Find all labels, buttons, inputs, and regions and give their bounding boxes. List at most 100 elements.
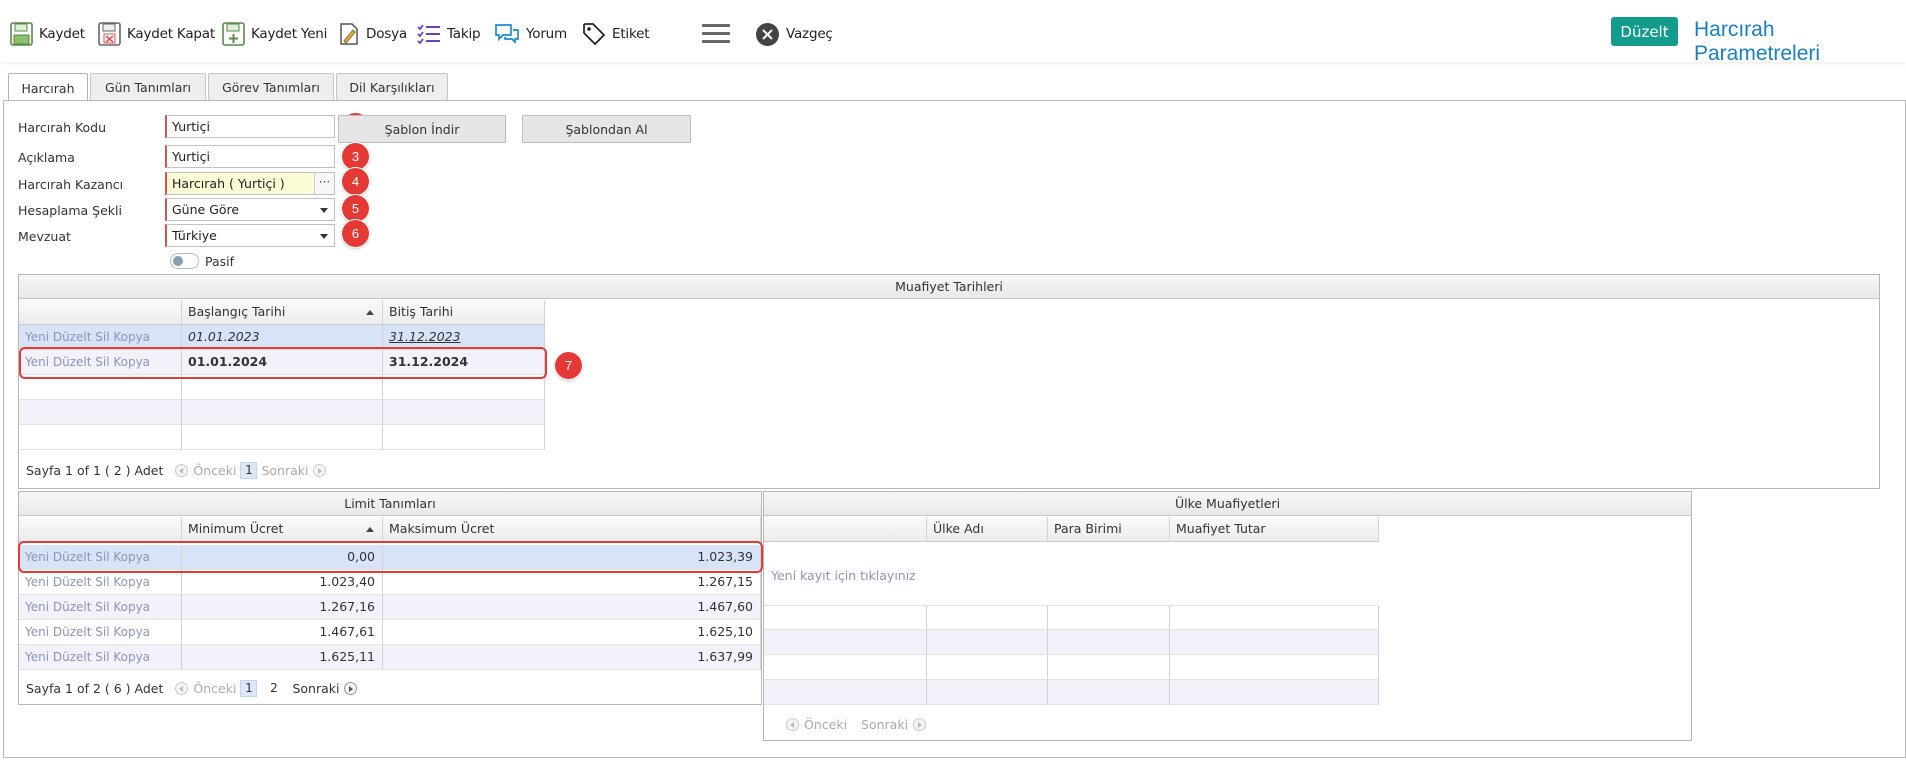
prev-page-icon[interactable]	[786, 718, 799, 731]
ulke-muafiyetleri-title: Ülke Muafiyetleri	[764, 492, 1691, 516]
limit-row-actions[interactable]: Yeni Düzelt Sil Kopya	[19, 620, 182, 645]
page-2-button[interactable]: 2	[265, 680, 282, 697]
empty-cell	[1170, 630, 1379, 655]
limit-row-max: 1.267,15	[383, 570, 761, 595]
prev-page-button[interactable]: Önceki	[193, 463, 236, 478]
minimum-ucret-header[interactable]: Minimum Ücret	[182, 517, 383, 542]
kaydet-kapat-button[interactable]: Kaydet Kapat	[98, 20, 215, 48]
pager-info: Sayfa 1 of 1 ( 2 ) Adet	[26, 463, 164, 478]
actions-column-header	[19, 517, 182, 542]
empty-cell	[927, 655, 1048, 680]
dosya-label: Dosya	[366, 26, 407, 42]
takip-button[interactable]: Takip	[417, 20, 481, 48]
ulke-pager: Önceki Sonraki	[781, 717, 931, 732]
empty-cell	[1048, 680, 1170, 705]
kaydet-yeni-button[interactable]: Kaydet Yeni	[222, 20, 327, 48]
limit-row-min: 1.023,40	[182, 570, 383, 595]
muafiyet-pager: Sayfa 1 of 1 ( 2 ) Adet Önceki 1 Sonraki	[26, 462, 331, 479]
prev-page-icon[interactable]	[175, 464, 189, 477]
save-close-icon	[98, 22, 121, 46]
mevzuat-select[interactable]: Türkiye	[165, 224, 335, 247]
empty-cell	[383, 425, 545, 450]
next-page-button[interactable]: Sonraki	[861, 717, 908, 732]
pager-info: Sayfa 1 of 2 ( 6 ) Adet	[26, 681, 164, 696]
limit-row-actions[interactable]: Yeni Düzelt Sil Kopya	[19, 645, 182, 670]
pasif-toggle[interactable]	[170, 253, 199, 269]
limit-row-max: 1.637,99	[383, 645, 761, 670]
empty-cell	[927, 605, 1048, 630]
prev-page-icon[interactable]	[175, 682, 189, 695]
mevzuat-label: Mevzuat	[18, 229, 71, 244]
duzelt-button[interactable]: Düzelt	[1611, 17, 1678, 46]
empty-cell	[1048, 630, 1170, 655]
actions-column-header	[19, 300, 182, 325]
harcirah-kazanci-value: Harcırah ( Yurtiçi )	[172, 176, 285, 191]
save-new-icon	[222, 22, 245, 46]
para-birimi-header[interactable]: Para Birimi	[1048, 517, 1170, 542]
tab-gun-tanimlari[interactable]: Gün Tanımları	[90, 73, 206, 101]
checklist-icon	[417, 24, 440, 45]
next-page-icon[interactable]	[913, 718, 927, 731]
kaydet-yeni-label: Kaydet Yeni	[251, 26, 328, 42]
next-page-icon[interactable]	[344, 682, 358, 695]
next-page-icon[interactable]	[313, 464, 327, 477]
muafiyet-tutar-header[interactable]: Muafiyet Tutar	[1170, 517, 1379, 542]
kaydet-kapat-label: Kaydet Kapat	[127, 26, 215, 42]
highlight-box-8	[18, 541, 763, 573]
page-title: Harcırah Parametreleri	[1694, 18, 1821, 65]
empty-cell	[764, 655, 927, 680]
menu-icon[interactable]	[702, 24, 730, 44]
limit-row-actions[interactable]: Yeni Düzelt Sil Kopya	[19, 570, 182, 595]
limit-row-actions[interactable]: Yeni Düzelt Sil Kopya	[19, 595, 182, 620]
mevzuat-value: Türkiye	[172, 228, 217, 243]
empty-cell	[927, 680, 1048, 705]
harcirah-kazanci-field[interactable]: Harcırah ( Yurtiçi ) ···	[165, 172, 335, 195]
next-page-button[interactable]: Sonraki	[292, 681, 339, 696]
takip-label: Takip	[447, 26, 481, 42]
page-1-button[interactable]: 1	[240, 680, 258, 697]
tab-bar: Harcırah Gün Tanımları Görev Tanımları D…	[8, 73, 450, 102]
empty-cell	[182, 425, 383, 450]
etiket-button[interactable]: Etiket	[582, 20, 650, 48]
tab-dil-karsiliklari[interactable]: Dil Karşılıkları	[336, 73, 448, 101]
tag-icon	[583, 23, 606, 46]
bitis-tarihi-header[interactable]: Bitiş Tarihi	[383, 300, 545, 325]
harcirah-kodu-input[interactable]: Yurtiçi	[165, 115, 335, 138]
kaydet-button[interactable]: Kaydet	[10, 20, 85, 48]
toolbar: Kaydet Kaydet Kapat Kaydet Yeni Dosya Ta…	[0, 0, 1906, 65]
kaydet-label: Kaydet	[39, 26, 85, 42]
limit-tanimlari-title: Limit Tanımları	[19, 492, 761, 516]
empty-cell	[1048, 605, 1170, 630]
harcirah-kodu-label: Harcırah Kodu	[18, 120, 107, 135]
tab-gorev-tanimlari[interactable]: Görev Tanımları	[208, 73, 334, 101]
new-record-link[interactable]: Yeni kayıt için tıklayınız	[771, 568, 916, 583]
sablon-indir-button[interactable]: Şablon İndir	[338, 115, 506, 143]
hesaplama-sekli-select[interactable]: Güne Göre	[165, 198, 335, 221]
marker-4: 4	[342, 168, 369, 195]
close-icon	[756, 22, 779, 46]
page-1-button[interactable]: 1	[240, 462, 258, 479]
empty-cell	[764, 630, 927, 655]
sablondan-al-button[interactable]: Şablondan Al	[522, 115, 691, 143]
tab-harcirah[interactable]: Harcırah	[8, 73, 88, 102]
actions-column-header	[764, 517, 927, 542]
dosya-button[interactable]: Dosya	[338, 20, 407, 48]
empty-cell	[19, 400, 182, 425]
next-page-button[interactable]: Sonraki	[261, 463, 308, 478]
prev-page-button[interactable]: Önceki	[804, 717, 847, 732]
ulke-adi-header[interactable]: Ülke Adı	[927, 517, 1048, 542]
lookup-button[interactable]: ···	[314, 173, 334, 194]
marker-5: 5	[342, 195, 369, 222]
aciklama-input[interactable]: Yurtiçi	[165, 145, 335, 168]
yorum-button[interactable]: Yorum	[494, 20, 567, 48]
prev-page-button[interactable]: Önceki	[193, 681, 236, 696]
vazgec-label: Vazgeç	[786, 26, 833, 42]
chevron-down-icon	[320, 234, 328, 239]
vazgec-button[interactable]: Vazgeç	[755, 20, 833, 48]
maksimum-ucret-header[interactable]: Maksimum Ücret	[383, 517, 761, 542]
save-icon	[10, 22, 33, 46]
pasif-label: Pasif	[205, 254, 235, 269]
baslangic-tarihi-header[interactable]: Başlangıç Tarihi	[182, 300, 383, 325]
highlight-box-7	[19, 347, 547, 379]
limit-row-min: 1.625,11	[182, 645, 383, 670]
